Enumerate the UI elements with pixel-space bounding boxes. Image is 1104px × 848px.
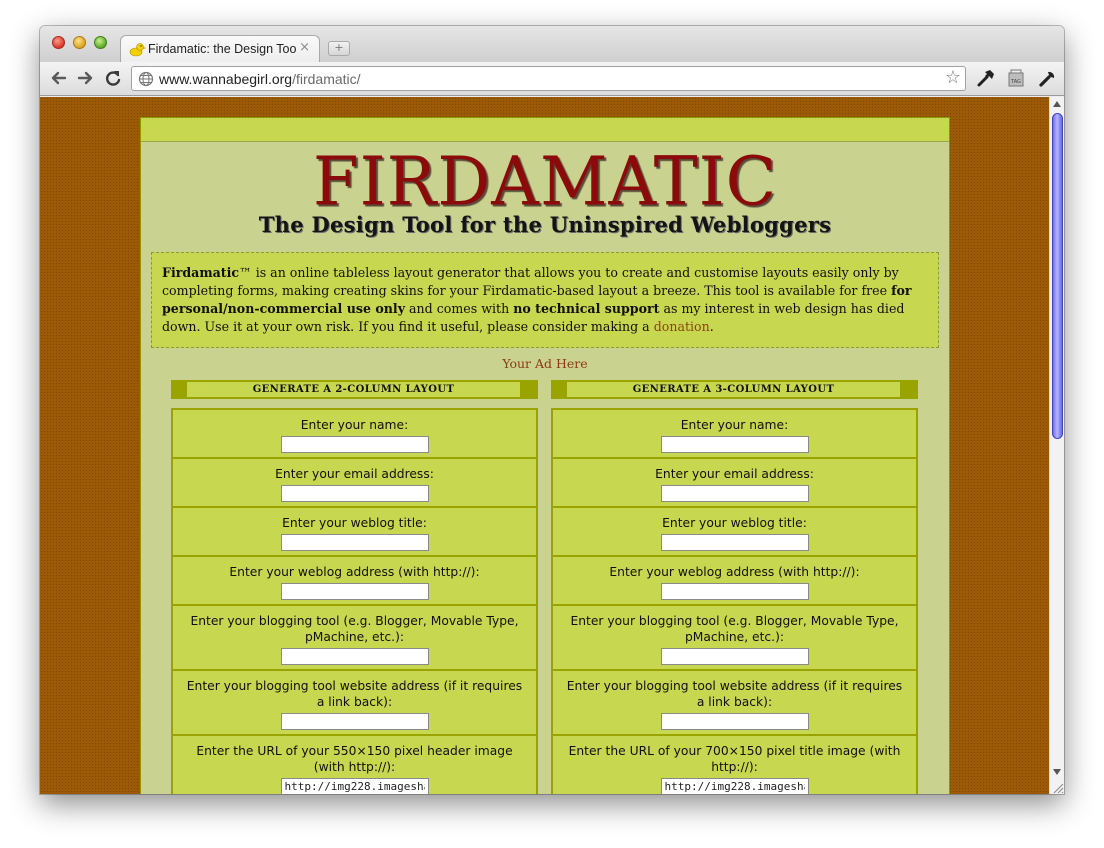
field-label: Enter your blogging tool website address… (186, 679, 523, 709)
intro-box: Firdamatic™ is an online tableless layou… (151, 252, 939, 348)
field-label: Enter your name: (300, 418, 409, 432)
page-viewport: FIRDAMATIC The Design Tool for the Unins… (40, 97, 1049, 794)
field-label: Enter your blogging tool website address… (566, 679, 903, 709)
back-icon[interactable] (48, 66, 70, 90)
url-text: www.wannabegirl.org/firdamatic/ (159, 71, 361, 87)
intro-bold-2: no technical support (513, 301, 660, 316)
field-label: Enter your name: (680, 418, 789, 432)
field-label: Enter your weblog address (with http://)… (609, 565, 860, 579)
field-email: Enter your email address: (173, 459, 536, 506)
field-label: Enter your blogging tool (e.g. Blogger, … (570, 614, 899, 644)
blogging-tool-input[interactable] (280, 648, 429, 665)
globe-icon (138, 71, 154, 87)
tab-title: Firdamatic: the Design Tool (148, 42, 296, 56)
browser-window: Firdamatic: the Design Tool × + www.wann… (40, 26, 1064, 794)
tab-close-icon[interactable]: × (299, 40, 310, 55)
browser-tab[interactable]: Firdamatic: the Design Tool × (120, 35, 320, 63)
field-label: Enter your email address: (655, 467, 814, 481)
field-label: Enter your blogging tool (e.g. Blogger, … (190, 614, 519, 644)
generator-form: Enter your name: Enter your email addres… (551, 408, 918, 794)
blogging-tool-input[interactable] (660, 648, 809, 665)
generator-form: Enter your name: Enter your email addres… (171, 408, 538, 794)
svg-text:TAG: TAG (1010, 79, 1021, 85)
field-weblog-address: Enter your weblog address (with http://)… (553, 557, 916, 604)
column-header-bar: GENERATE A 2-COLUMN LAYOUT (171, 380, 538, 399)
intro-brand: Firdamatic (162, 265, 240, 280)
minimize-window-button[interactable] (73, 36, 86, 49)
duck-favicon-icon (129, 43, 147, 57)
field-label: Enter your email address: (275, 467, 434, 481)
scroll-thumb[interactable] (1052, 113, 1063, 439)
field-name: Enter your name: (553, 410, 916, 457)
name-input[interactable] (660, 436, 809, 453)
field-blogging-tool: Enter your blogging tool (e.g. Blogger, … (553, 606, 916, 669)
scroll-up-icon[interactable] (1053, 101, 1061, 107)
weblog-address-input[interactable] (280, 583, 429, 600)
title-image-input[interactable] (660, 778, 809, 794)
field-blogging-tool: Enter your blogging tool (e.g. Blogger, … (173, 606, 536, 669)
vertical-scrollbar[interactable] (1049, 97, 1064, 794)
three-column-generator: GENERATE A 3-COLUMN LAYOUT Enter your na… (551, 380, 918, 794)
column-header-title: GENERATE A 2-COLUMN LAYOUT (187, 382, 520, 397)
zoom-window-button[interactable] (94, 36, 107, 49)
scroll-down-icon[interactable] (1053, 769, 1061, 775)
field-name: Enter your name: (173, 410, 536, 457)
close-window-button[interactable] (52, 36, 65, 49)
intro-text-2: and comes with (405, 301, 514, 316)
field-weblog-title: Enter your weblog title: (173, 508, 536, 555)
field-email: Enter your email address: (553, 459, 916, 506)
star-icon[interactable]: ☆ (945, 67, 961, 88)
wrench-icon[interactable] (1036, 67, 1058, 89)
ad-link[interactable]: Your Ad Here (141, 356, 949, 371)
intro-text-1: is an online tableless layout generator … (162, 265, 899, 298)
name-input[interactable] (280, 436, 429, 453)
weblog-title-input[interactable] (660, 534, 809, 551)
field-blogging-tool-address: Enter your blogging tool website address… (553, 671, 916, 734)
blogging-tool-address-input[interactable] (280, 713, 429, 730)
field-blogging-tool-address: Enter your blogging tool website address… (173, 671, 536, 734)
reload-icon[interactable] (102, 66, 124, 90)
intro-tm: ™ (239, 265, 252, 280)
title-bar: Firdamatic: the Design Tool × + (40, 26, 1064, 63)
two-column-generator: GENERATE A 2-COLUMN LAYOUT Enter your na… (171, 380, 538, 794)
page-container: FIRDAMATIC The Design Tool for the Unins… (140, 117, 950, 794)
donation-link[interactable]: donation (654, 319, 710, 334)
field-label: Enter the URL of your 550×150 pixel head… (196, 744, 513, 774)
site-tagline: The Design Tool for the Uninspired Weblo… (258, 212, 832, 237)
url-path: /firdamatic/ (292, 71, 361, 87)
forward-icon[interactable] (74, 66, 96, 90)
resize-grip-icon[interactable] (1052, 782, 1064, 794)
header-image-input[interactable] (280, 778, 429, 794)
field-weblog-title: Enter your weblog title: (553, 508, 916, 555)
browser-toolbar: www.wannabegirl.org/firdamatic/ ☆ TAG (40, 62, 1064, 96)
field-label: Enter your weblog title: (282, 516, 427, 530)
url-host: www.wannabegirl.org (159, 71, 293, 87)
field-weblog-address: Enter your weblog address (with http://)… (173, 557, 536, 604)
column-header-title: GENERATE A 3-COLUMN LAYOUT (567, 382, 900, 397)
field-label: Enter the URL of your 700×150 pixel titl… (568, 744, 901, 774)
email-input[interactable] (280, 485, 429, 502)
address-bar[interactable]: www.wannabegirl.org/firdamatic/ ☆ (131, 66, 966, 91)
field-label: Enter your weblog address (with http://)… (229, 565, 480, 579)
hammer-icon[interactable] (975, 67, 997, 89)
blogging-tool-address-input[interactable] (660, 713, 809, 730)
weblog-address-input[interactable] (660, 583, 809, 600)
tag-icon[interactable]: TAG (1005, 67, 1027, 89)
top-band (141, 118, 949, 142)
field-label: Enter your weblog title: (662, 516, 807, 530)
new-tab-button[interactable]: + (328, 41, 350, 56)
column-header-bar: GENERATE A 3-COLUMN LAYOUT (551, 380, 918, 399)
intro-text-4: . (709, 319, 714, 334)
email-input[interactable] (660, 485, 809, 502)
site-logo: FIRDAMATIC (312, 142, 778, 221)
field-title-image: Enter the URL of your 700×150 pixel titl… (553, 736, 916, 794)
field-header-image: Enter the URL of your 550×150 pixel head… (173, 736, 536, 794)
weblog-title-input[interactable] (280, 534, 429, 551)
